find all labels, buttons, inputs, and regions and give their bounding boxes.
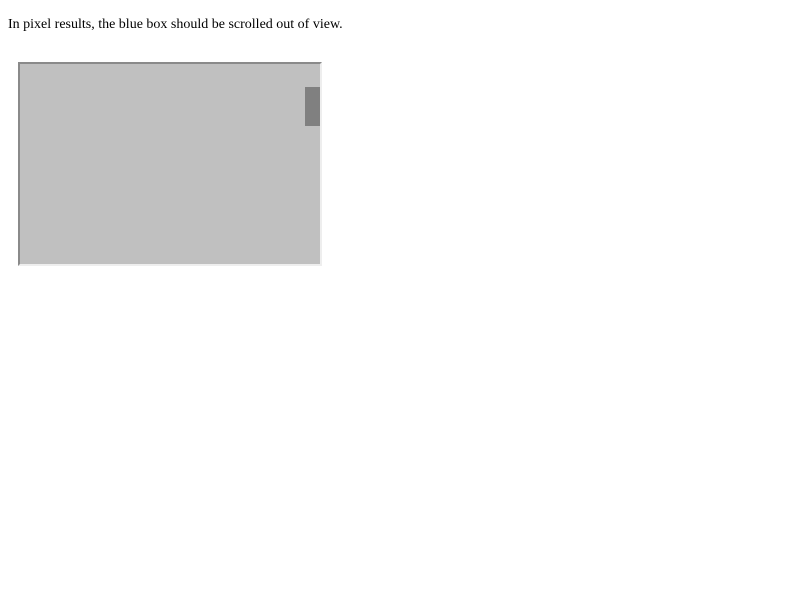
scrollbar-thumb[interactable] (305, 87, 320, 126)
scroll-container[interactable] (18, 62, 322, 266)
vertical-scrollbar[interactable] (305, 64, 320, 264)
scroll-content (20, 64, 305, 264)
instruction-text: In pixel results, the blue box should be… (8, 17, 343, 32)
